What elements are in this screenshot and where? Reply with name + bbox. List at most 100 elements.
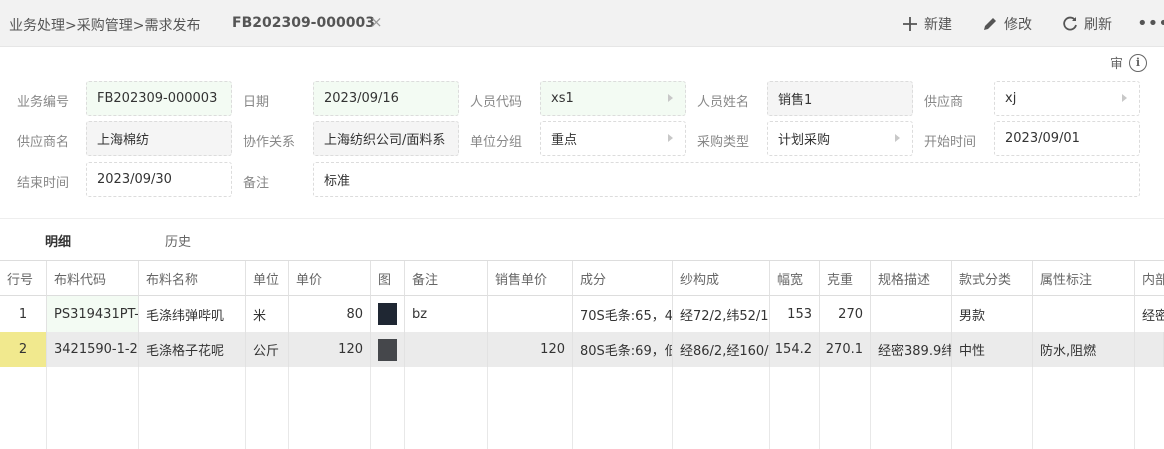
staff-name-value: 销售1: [778, 93, 813, 108]
start-time-field[interactable]: 2023/09/01: [994, 121, 1140, 156]
grid-line: [572, 367, 573, 449]
tab-detail[interactable]: 明细: [45, 231, 71, 250]
remark-field[interactable]: 标准: [313, 162, 1140, 197]
column-header[interactable]: 属性标注: [1033, 261, 1135, 296]
fabric-swatch[interactable]: [378, 303, 397, 325]
image-cell: [371, 296, 405, 332]
internal-cell: [1135, 332, 1164, 367]
unit-cell: 米: [246, 296, 289, 332]
start-time-label: 开始时间: [924, 135, 977, 150]
column-header[interactable]: 行号: [0, 261, 47, 296]
document-tab[interactable]: FB202309-000003: [232, 15, 375, 31]
unit-group-label: 单位分组: [470, 135, 523, 150]
staff-name-label: 人员姓名: [697, 95, 750, 110]
top-bar: 业务处理>采购管理>需求发布 FB202309-000003 × 新建 修改 刷…: [0, 0, 1164, 47]
purchase-type-label: 采购类型: [697, 135, 750, 150]
sale-price-cell[interactable]: [488, 296, 573, 332]
fabric-swatch[interactable]: [378, 338, 397, 361]
more-icon[interactable]: •••: [1137, 13, 1164, 34]
grid-line: [951, 367, 952, 449]
column-header[interactable]: 规格描述: [871, 261, 952, 296]
fabric-code-cell[interactable]: 3421590-1-2: [47, 332, 139, 367]
table-row[interactable]: 2 3421590-1-2 毛涤格子花呢 公斤 120 120 80S毛条:69…: [0, 332, 1164, 367]
style-cell: 男款: [952, 296, 1033, 332]
supplier-name-label: 供应商名: [17, 135, 70, 150]
column-header[interactable]: 单位: [246, 261, 289, 296]
spec-cell: [871, 296, 952, 332]
sale-price-cell[interactable]: 120: [488, 332, 573, 367]
date-field[interactable]: 2023/09/16: [313, 81, 459, 116]
grid-line: [1134, 367, 1135, 449]
grid-line: [1032, 367, 1033, 449]
remark-cell[interactable]: [405, 332, 488, 367]
relation-field: 上海纺织公司/面料系: [313, 121, 459, 156]
grid-line: [46, 367, 47, 449]
refresh-icon: [1063, 16, 1077, 31]
row-number-cell: 1: [0, 296, 47, 332]
detail-grid: 行号 布料代码 布料名称 单位 单价 图 备注 销售单价 成分 纱构成 幅宽 克…: [0, 260, 1164, 449]
yarn-cell: 经72/2,纬52/1: [673, 296, 770, 332]
supplier-label: 供应商: [924, 95, 964, 110]
new-button-label: 新建: [924, 17, 952, 33]
section-divider: [0, 218, 1164, 219]
chevron-right-icon: [895, 134, 900, 142]
column-header[interactable]: 款式分类: [952, 261, 1033, 296]
new-button[interactable]: 新建: [902, 14, 952, 34]
unit-group-field[interactable]: 重点: [540, 121, 686, 156]
supplier-field[interactable]: xj: [994, 81, 1140, 116]
unit-cell: 公斤: [246, 332, 289, 367]
grid-line: [769, 367, 770, 449]
biz-no-label: 业务编号: [17, 95, 70, 110]
width-cell: 153: [770, 296, 820, 332]
column-header[interactable]: 销售单价: [488, 261, 573, 296]
fabric-code-cell[interactable]: PS319431PT-2: [47, 296, 139, 332]
grid-line: [404, 367, 405, 449]
fabric-name-cell: 毛涤格子花呢: [139, 332, 246, 367]
column-header[interactable]: 幅宽: [770, 261, 820, 296]
supplier-value: xj: [1005, 91, 1017, 106]
remark-cell[interactable]: bz: [405, 296, 488, 332]
remark-value: 标准: [324, 174, 351, 189]
biz-no-field[interactable]: FB202309-000003: [86, 81, 232, 116]
price-cell[interactable]: 80: [289, 296, 371, 332]
staff-code-value: xs1: [551, 91, 574, 106]
composition-cell: 80S毛条:69，低: [573, 332, 673, 367]
width-cell: 154.2: [770, 332, 820, 367]
staff-code-field[interactable]: xs1: [540, 81, 686, 116]
staff-code-label: 人员代码: [470, 95, 523, 110]
column-header[interactable]: 布料代码: [47, 261, 139, 296]
purchase-type-field[interactable]: 计划采购: [767, 121, 913, 156]
column-header[interactable]: 克重: [820, 261, 871, 296]
close-tab-icon[interactable]: ×: [370, 13, 383, 31]
edit-button[interactable]: 修改: [982, 14, 1032, 34]
date-label: 日期: [243, 95, 270, 110]
end-time-field[interactable]: 2023/09/30: [86, 162, 232, 197]
staff-name-field: 销售1: [767, 81, 913, 116]
audit-label[interactable]: 审: [1110, 53, 1123, 72]
weight-cell: 270.1: [820, 332, 871, 367]
column-header[interactable]: 纱构成: [673, 261, 770, 296]
date-value: 2023/09/16: [324, 91, 399, 106]
image-cell: [371, 332, 405, 367]
grid-line: [245, 367, 246, 449]
yarn-cell: 经86/2,经160/2: [673, 332, 770, 367]
chevron-right-icon: [668, 94, 673, 102]
column-header[interactable]: 布料名称: [139, 261, 246, 296]
plus-icon: [903, 17, 917, 31]
column-header[interactable]: 内部: [1135, 261, 1164, 296]
column-header[interactable]: 备注: [405, 261, 488, 296]
row-number-cell: 2: [0, 332, 47, 367]
column-header[interactable]: 成分: [573, 261, 673, 296]
price-cell[interactable]: 120: [289, 332, 371, 367]
fabric-name-cell: 毛涤纬弹哔叽: [139, 296, 246, 332]
tab-history[interactable]: 历史: [165, 231, 191, 250]
breadcrumb[interactable]: 业务处理>采购管理>需求发布: [9, 15, 200, 35]
column-header[interactable]: 图: [371, 261, 405, 296]
refresh-button[interactable]: 刷新: [1062, 14, 1112, 34]
grid-line: [288, 367, 289, 449]
column-header[interactable]: 单价: [289, 261, 371, 296]
info-icon[interactable]: i: [1129, 53, 1148, 72]
attrs-cell: 防水,阻燃: [1033, 332, 1135, 367]
grid-line: [370, 367, 371, 449]
audit-area: 审 i: [1110, 53, 1148, 72]
